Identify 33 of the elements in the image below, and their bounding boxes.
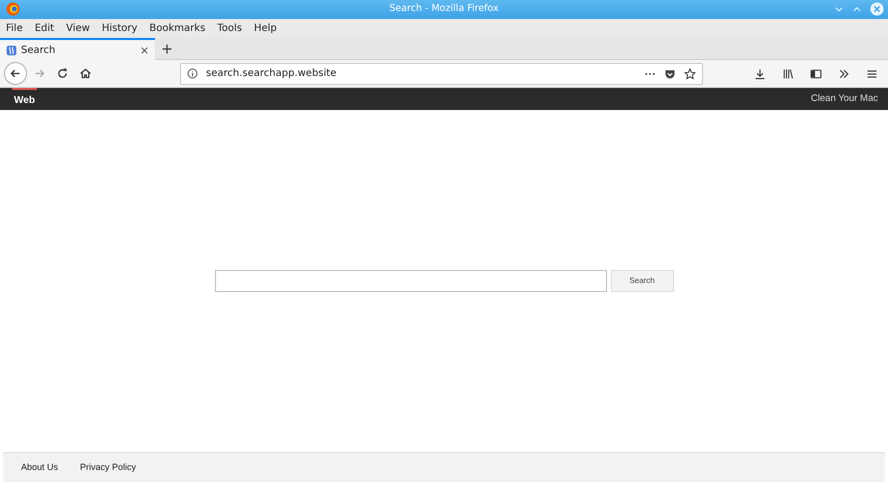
back-arrow-icon (9, 67, 22, 80)
menu-item[interactable]: File (6, 21, 23, 36)
menu-item[interactable]: Edit (34, 21, 54, 36)
info-icon[interactable] (187, 68, 198, 79)
footer-link[interactable]: About Us (21, 460, 58, 474)
download-icon[interactable] (754, 68, 766, 80)
search-field[interactable] (214, 270, 606, 292)
address-bar[interactable]: search.searchapp.website (180, 62, 703, 84)
library-icon[interactable] (782, 68, 794, 80)
home-icon (78, 67, 92, 80)
menu-item[interactable]: Tools (217, 21, 242, 36)
menu-item[interactable]: Bookmarks (149, 21, 206, 36)
sidebar-icon[interactable] (810, 68, 822, 80)
window-title: Search - Mozilla Firefox (389, 2, 499, 16)
star-icon[interactable] (684, 68, 696, 80)
menu-icon[interactable] (866, 68, 878, 80)
reload-icon (56, 67, 68, 80)
back-button[interactable] (4, 62, 27, 85)
menu-item[interactable]: History (102, 21, 138, 36)
forward-arrow-icon (32, 67, 46, 80)
nav-tab[interactable]: Web (12, 88, 37, 110)
site-icon (6, 44, 17, 56)
search-button[interactable]: Search (610, 270, 674, 292)
overflow-icon[interactable] (838, 68, 850, 80)
footer-link[interactable]: Privacy Policy (80, 460, 136, 474)
menu-item[interactable]: View (66, 21, 90, 36)
browser-logo-icon (6, 2, 20, 16)
nav-link[interactable]: Clean Your Mac (810, 92, 878, 106)
menu-item[interactable]: Help (254, 21, 277, 36)
close-icon[interactable] (140, 46, 149, 54)
pocket-icon[interactable] (664, 68, 676, 80)
new-tab-icon[interactable] (161, 43, 173, 55)
browser-tab[interactable]: Search (0, 38, 155, 60)
